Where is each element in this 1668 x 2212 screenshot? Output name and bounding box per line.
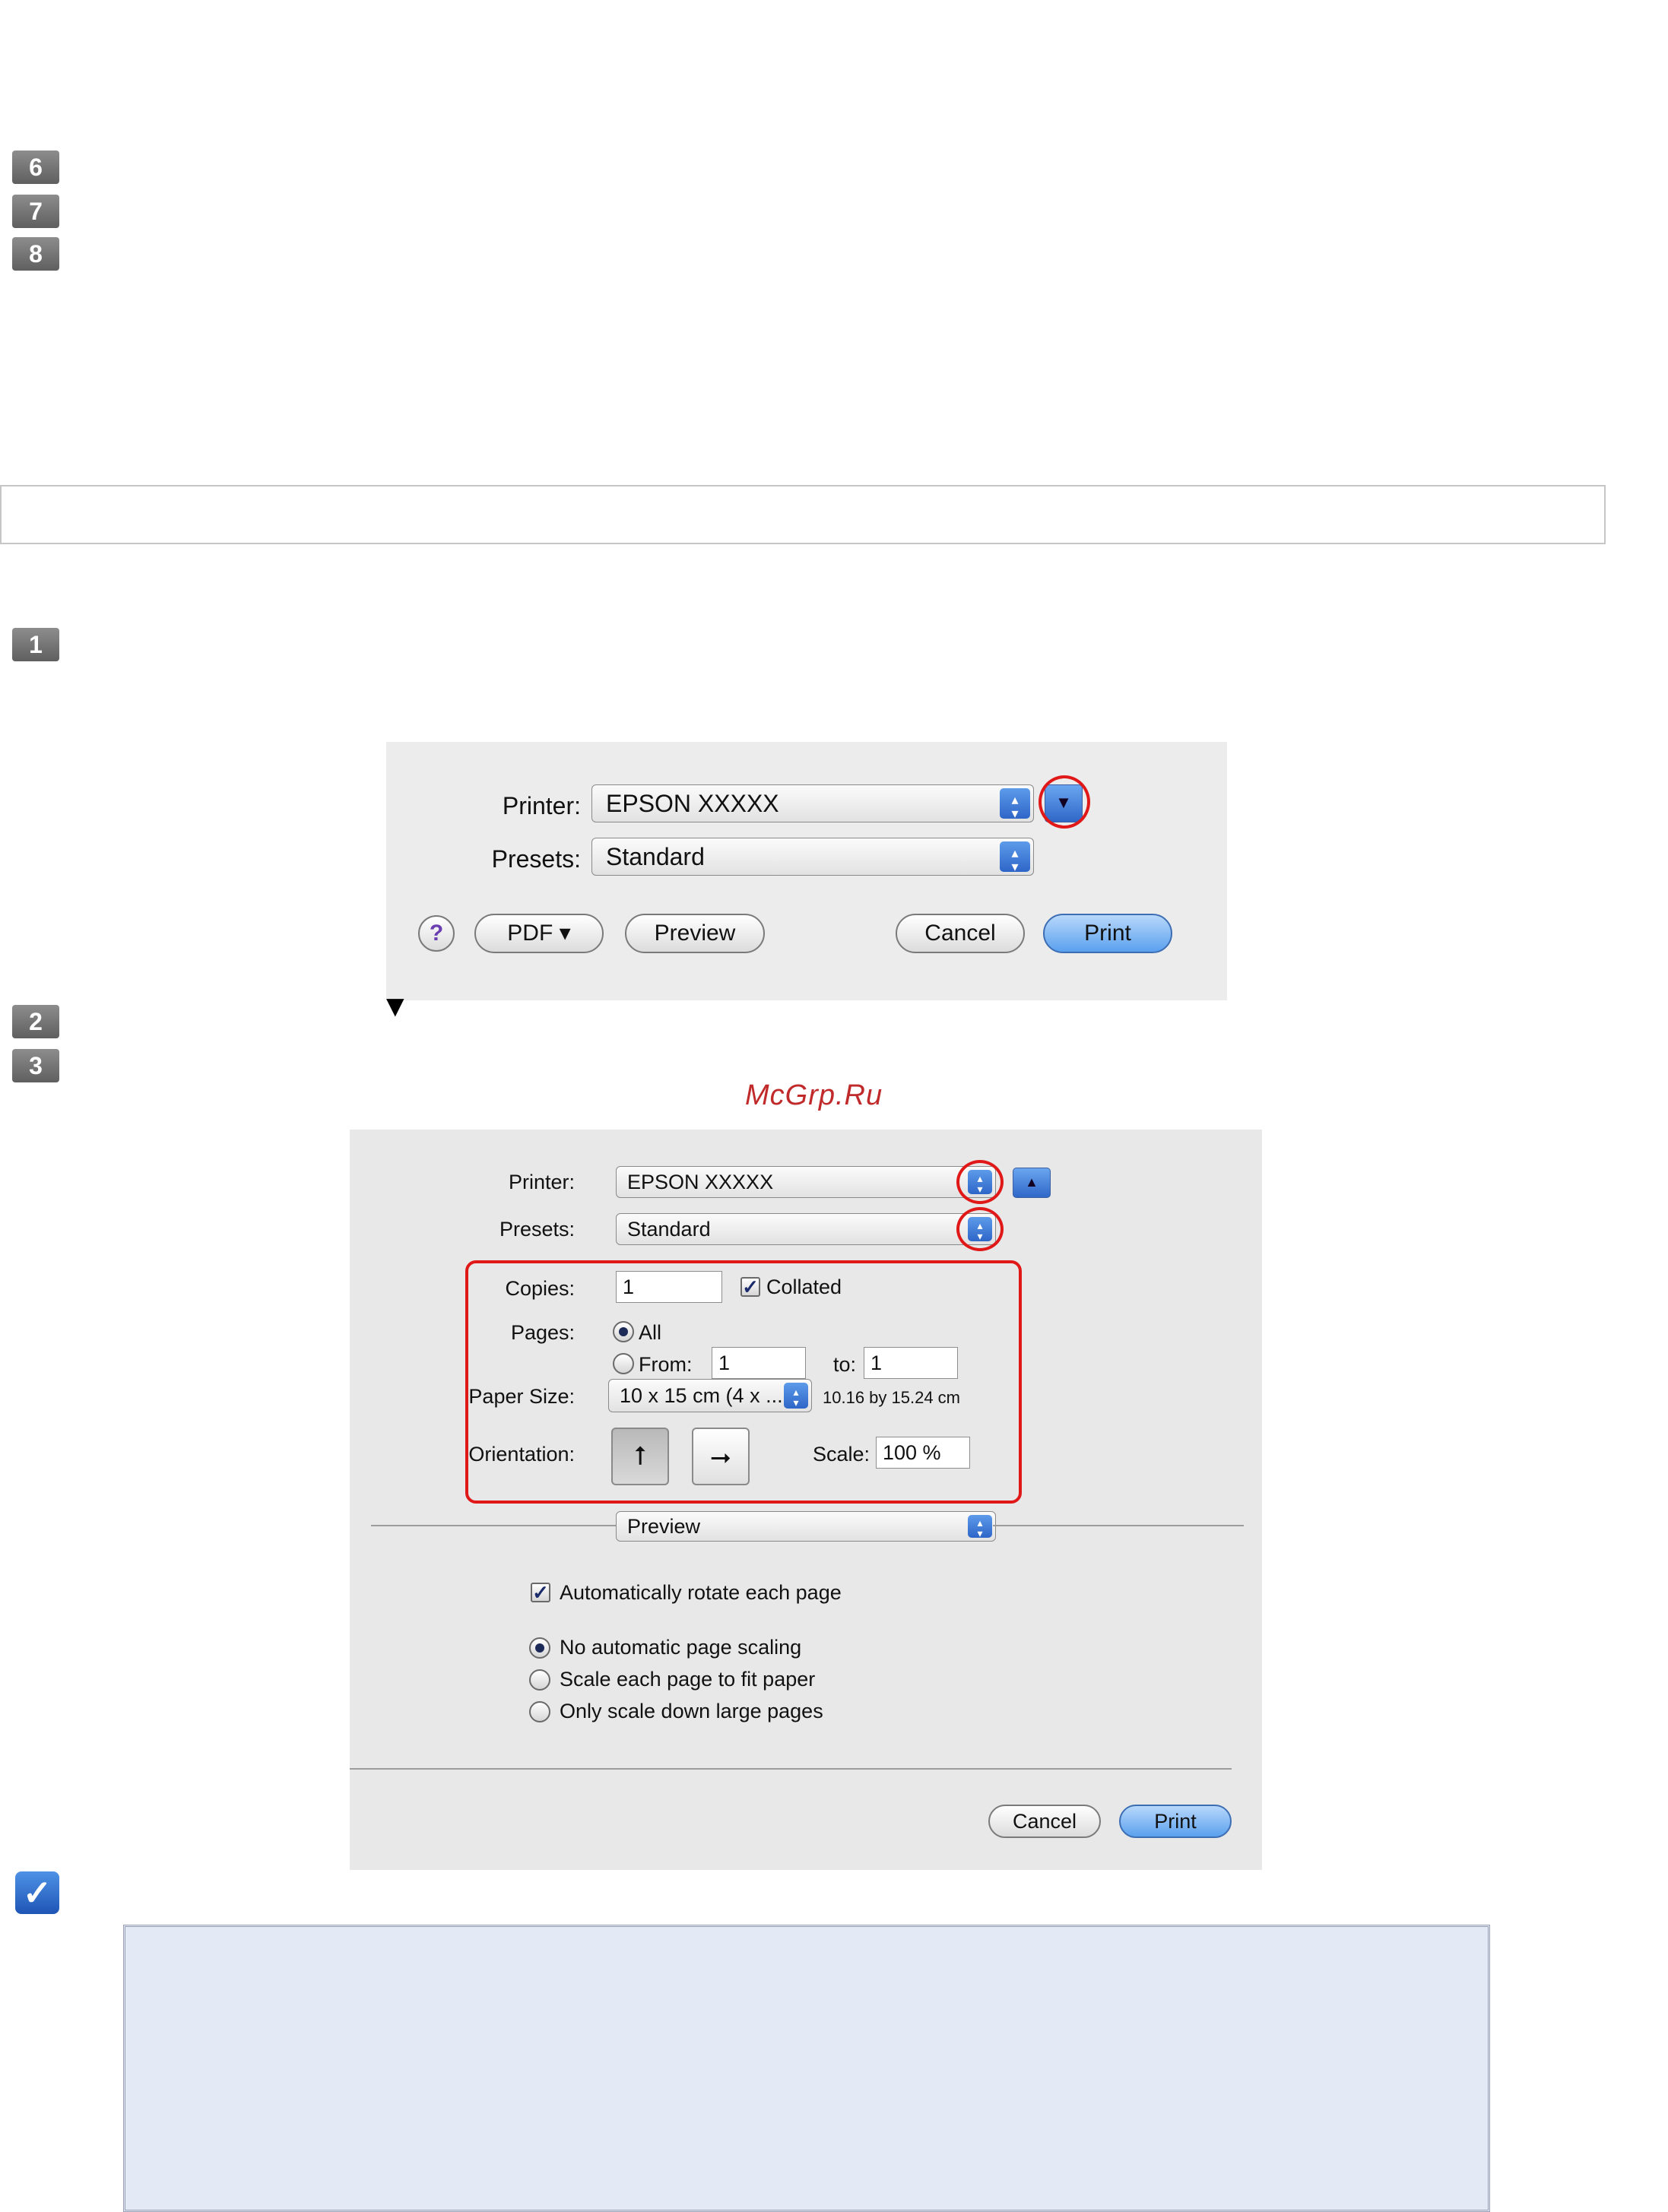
printer-popup-value: EPSON XXXXX: [606, 790, 779, 817]
printer-popup-2-value: EPSON XXXXX: [627, 1171, 774, 1193]
collapse-disclosure-button[interactable]: ▲: [1013, 1168, 1051, 1198]
highlight-circle-printer-stepper: [956, 1160, 1004, 1204]
presets-popup-value: Standard: [606, 843, 705, 870]
paper-size-stepper-icon: ▴ ▾: [784, 1383, 808, 1409]
copies-label: Copies:: [505, 1277, 575, 1300]
pages-to-label: to:: [832, 1353, 856, 1376]
print-options-stepper-icon: ▴ ▾: [968, 1515, 992, 1539]
scale-label: Scale:: [812, 1443, 870, 1466]
print-dialog-collapsed: Printer: EPSON XXXXX ▴ ▾ ▼ Presets: Stand…: [386, 742, 1227, 1000]
note-box: [123, 1925, 1490, 2212]
preview-button[interactable]: Preview: [625, 914, 765, 953]
orientation-portrait-icon[interactable]: ⭡: [611, 1428, 669, 1485]
section-separator-left: [371, 1525, 619, 1526]
note-checkmark-icon: ✓: [15, 1871, 59, 1914]
scale-input[interactable]: 100 %: [876, 1437, 970, 1469]
step-7-badge: 7: [12, 195, 59, 228]
copies-input[interactable]: 1: [616, 1271, 722, 1303]
pages-from-radio[interactable]: [613, 1353, 634, 1374]
section-divider-box: [0, 485, 1606, 544]
cancel-button-2[interactable]: Cancel: [988, 1805, 1101, 1838]
pages-from-input[interactable]: 1: [712, 1347, 806, 1379]
scaling-option-label-0: No automatic page scaling: [560, 1636, 802, 1659]
presets-popup-stepper-icon: ▴ ▾: [1000, 841, 1030, 873]
step-8-badge: 8: [12, 237, 59, 271]
print-button[interactable]: Print: [1043, 914, 1172, 953]
pdf-button[interactable]: PDF ▾: [474, 914, 604, 953]
orientation-label: Orientation:: [468, 1443, 575, 1466]
presets-popup-2-value: Standard: [627, 1218, 711, 1241]
printer-popup-2[interactable]: EPSON XXXXX ▴ ▾: [616, 1166, 996, 1198]
section-separator-right: [993, 1525, 1244, 1526]
cancel-button[interactable]: Cancel: [896, 914, 1025, 953]
printer-label: Printer:: [502, 792, 581, 819]
pages-to-input[interactable]: 1: [864, 1347, 958, 1379]
step-6-badge: 6: [12, 151, 59, 184]
pages-all-radio[interactable]: [613, 1321, 634, 1342]
disclosure-triangle-icon: ▼: [380, 990, 411, 1023]
print-options-popup[interactable]: Preview ▴ ▾: [616, 1511, 996, 1542]
printer-popup[interactable]: EPSON XXXXX ▴ ▾: [591, 784, 1034, 822]
presets-label-2: Presets:: [499, 1218, 575, 1241]
scaling-option-label-2: Only scale down large pages: [560, 1700, 823, 1722]
presets-popup-2[interactable]: Standard ▴ ▾: [616, 1213, 996, 1245]
print-options-popup-value: Preview: [627, 1515, 701, 1538]
help-button[interactable]: ?: [418, 915, 455, 952]
printer-label-2: Printer:: [508, 1171, 575, 1193]
step-1-badge: 1: [12, 628, 59, 661]
scaling-option-radio-1[interactable]: [529, 1669, 550, 1691]
paper-size-popup[interactable]: 10 x 15 cm (4 x ... ▴ ▾: [608, 1379, 812, 1412]
scaling-option-radio-2[interactable]: [529, 1701, 550, 1722]
print-dialog-expanded: Printer: EPSON XXXXX ▴ ▾ ▲ Presets: Stand…: [350, 1130, 1262, 1870]
collated-checkbox[interactable]: ✓: [740, 1277, 760, 1297]
scaling-option-radio-0[interactable]: [529, 1637, 550, 1659]
highlight-circle-presets-stepper: [956, 1207, 1004, 1251]
footer-separator: [350, 1768, 1232, 1770]
pages-all-label: All: [639, 1321, 662, 1344]
orientation-landscape-icon[interactable]: ⭢: [692, 1428, 750, 1485]
paper-size-popup-value: 10 x 15 cm (4 x ...: [620, 1384, 783, 1407]
step-3-badge: 3: [12, 1049, 59, 1082]
paper-size-label: Paper Size:: [468, 1385, 575, 1408]
pages-from-label: From:: [639, 1353, 693, 1376]
printer-popup-stepper-icon: ▴ ▾: [1000, 788, 1030, 820]
presets-label: Presets:: [491, 845, 581, 873]
step-2-badge: 2: [12, 1005, 59, 1038]
collated-label: Collated: [766, 1276, 842, 1298]
auto-rotate-checkbox[interactable]: ✓: [531, 1583, 550, 1602]
pages-label: Pages:: [510, 1321, 575, 1344]
print-button-2[interactable]: Print: [1119, 1805, 1232, 1838]
presets-popup[interactable]: Standard ▴ ▾: [591, 838, 1034, 876]
watermark: McGrp.Ru: [745, 1079, 883, 1111]
highlight-circle-disclosure: [1039, 775, 1090, 829]
paper-size-dimensions: 10.16 by 15.24 cm: [823, 1388, 961, 1407]
auto-rotate-label: Automatically rotate each page: [560, 1581, 842, 1604]
scaling-option-label-1: Scale each page to fit paper: [560, 1668, 816, 1691]
